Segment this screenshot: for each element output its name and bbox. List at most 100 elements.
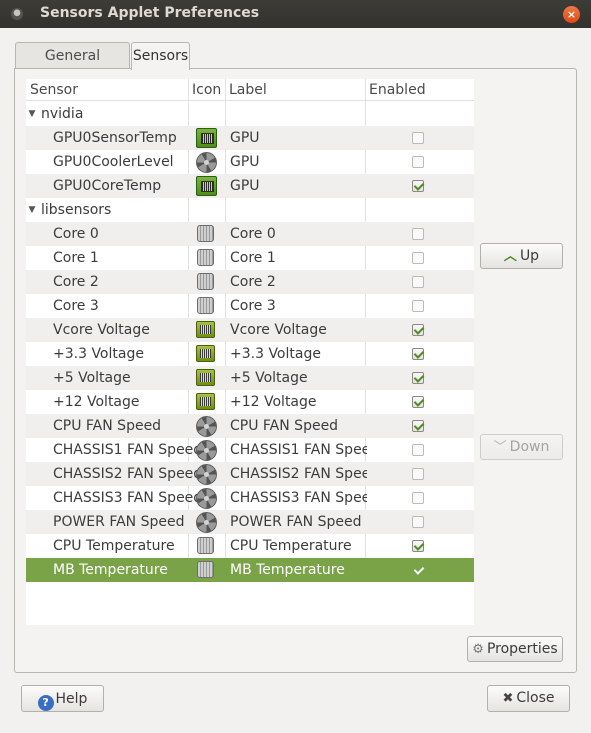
enabled-cell[interactable] [412, 390, 426, 414]
enabled-cell[interactable] [412, 342, 426, 366]
enabled-checkbox[interactable] [412, 468, 424, 480]
sensor-row[interactable]: CHASSIS1 FAN Speed CHASSIS1 FAN Speed [26, 438, 474, 462]
sensor-icon-cell[interactable] [192, 150, 226, 174]
enabled-cell[interactable] [412, 246, 426, 270]
sensor-label[interactable]: POWER FAN Speed [230, 510, 367, 534]
sensor-icon-cell[interactable] [192, 438, 226, 462]
sensor-row[interactable]: GPU0CoolerLevel GPU [26, 150, 474, 174]
move-up-button[interactable]: ︿ Up [480, 243, 563, 269]
enabled-checkbox[interactable] [412, 444, 424, 456]
enabled-checkbox[interactable] [412, 228, 424, 240]
enabled-cell[interactable] [412, 438, 426, 462]
sensor-label[interactable]: GPU [230, 174, 367, 198]
sensor-label[interactable]: CHASSIS2 FAN Speed [230, 462, 367, 486]
sensor-icon-cell[interactable] [192, 366, 226, 390]
enabled-checkbox[interactable] [412, 564, 424, 576]
expander-open-icon[interactable]: ▼ [26, 102, 38, 126]
enabled-checkbox[interactable] [412, 372, 424, 384]
close-button[interactable]: ✖ Close [487, 685, 570, 712]
sensor-label[interactable]: Core 0 [230, 222, 367, 246]
sensor-label[interactable]: CHASSIS1 FAN Speed [230, 438, 367, 462]
enabled-checkbox[interactable] [412, 300, 424, 312]
sensor-row[interactable]: Core 2 Core 2 [26, 270, 474, 294]
sensor-label[interactable]: Core 3 [230, 294, 367, 318]
enabled-checkbox[interactable] [412, 492, 424, 504]
column-header-label[interactable]: Label [225, 79, 267, 101]
window-menu-icon[interactable] [11, 8, 23, 20]
tab-general-options[interactable]: General Options [15, 42, 130, 90]
enabled-checkbox[interactable] [412, 420, 424, 432]
tree-group-row[interactable]: ▼ nvidia [26, 102, 474, 126]
help-button[interactable]: ? Help [21, 685, 104, 712]
enabled-cell[interactable] [412, 174, 426, 198]
sensor-row[interactable]: +3.3 Voltage +3.3 Voltage [26, 342, 474, 366]
sensor-label[interactable]: Vcore Voltage [230, 318, 367, 342]
sensor-tree-view[interactable]: Sensor Icon Label Enabled ▼ nvidia GPU0Sen… [26, 79, 474, 625]
sensor-row[interactable]: Core 1 Core 1 [26, 246, 474, 270]
sensor-row[interactable]: Core 0 Core 0 [26, 222, 474, 246]
enabled-checkbox[interactable] [412, 180, 424, 192]
enabled-cell[interactable] [412, 462, 426, 486]
enabled-checkbox[interactable] [412, 324, 424, 336]
enabled-checkbox[interactable] [412, 396, 424, 408]
sensor-icon-cell[interactable] [192, 462, 226, 486]
sensor-icon-cell[interactable] [192, 534, 226, 558]
enabled-checkbox[interactable] [412, 156, 424, 168]
enabled-cell[interactable] [412, 414, 426, 438]
enabled-cell[interactable] [412, 270, 426, 294]
sensor-icon-cell[interactable] [192, 222, 226, 246]
sensor-label[interactable]: CPU FAN Speed [230, 414, 367, 438]
enabled-cell[interactable] [412, 510, 426, 534]
sensor-row[interactable]: Core 3 Core 3 [26, 294, 474, 318]
enabled-checkbox[interactable] [412, 132, 424, 144]
sensor-row[interactable]: POWER FAN Speed POWER FAN Speed [26, 510, 474, 534]
enabled-cell[interactable] [412, 222, 426, 246]
sensor-label[interactable]: +12 Voltage [230, 390, 367, 414]
enabled-checkbox[interactable] [412, 516, 424, 528]
sensor-label[interactable]: CHASSIS3 FAN Speed [230, 486, 367, 510]
properties-button[interactable]: ⚙ Properties [467, 636, 563, 662]
column-header-sensor[interactable]: Sensor [26, 79, 78, 101]
move-down-button[interactable]: ﹀ Down [480, 434, 563, 460]
sensor-icon-cell[interactable] [192, 486, 226, 510]
sensor-icon-cell[interactable] [192, 558, 226, 582]
sensor-label[interactable]: GPU [230, 150, 367, 174]
sensor-row[interactable]: MB Temperature MB Temperature [26, 558, 474, 582]
sensor-label[interactable]: GPU [230, 126, 367, 150]
sensor-icon-cell[interactable] [192, 414, 226, 438]
enabled-cell[interactable] [412, 126, 426, 150]
sensor-label[interactable]: Core 1 [230, 246, 367, 270]
enabled-checkbox[interactable] [412, 348, 424, 360]
enabled-cell[interactable] [412, 318, 426, 342]
enabled-cell[interactable] [412, 534, 426, 558]
sensor-row[interactable]: +12 Voltage +12 Voltage [26, 390, 474, 414]
enabled-checkbox[interactable] [412, 276, 424, 288]
enabled-cell[interactable] [412, 294, 426, 318]
enabled-checkbox[interactable] [412, 252, 424, 264]
sensor-label[interactable]: Core 2 [230, 270, 367, 294]
tree-group-row[interactable]: ▼ libsensors [26, 198, 474, 222]
sensor-label[interactable]: +5 Voltage [230, 366, 367, 390]
sensor-icon-cell[interactable] [192, 510, 226, 534]
sensor-icon-cell[interactable] [192, 246, 226, 270]
column-header-icon[interactable]: Icon [188, 79, 221, 101]
sensor-row[interactable]: CPU FAN Speed CPU FAN Speed [26, 414, 474, 438]
sensor-row[interactable]: CHASSIS2 FAN Speed CHASSIS2 FAN Speed [26, 462, 474, 486]
sensor-icon-cell[interactable] [192, 342, 226, 366]
sensor-row[interactable]: GPU0SensorTemp GPU [26, 126, 474, 150]
sensor-row[interactable]: CHASSIS3 FAN Speed CHASSIS3 FAN Speed [26, 486, 474, 510]
enabled-cell[interactable] [412, 150, 426, 174]
column-header-enabled[interactable]: Enabled [365, 79, 426, 101]
sensor-icon-cell[interactable] [192, 318, 226, 342]
sensor-row[interactable]: GPU0CoreTemp GPU [26, 174, 474, 198]
sensor-row[interactable]: +5 Voltage +5 Voltage [26, 366, 474, 390]
sensor-icon-cell[interactable] [192, 126, 226, 150]
sensor-row[interactable]: Vcore Voltage Vcore Voltage [26, 318, 474, 342]
sensor-icon-cell[interactable] [192, 174, 226, 198]
enabled-cell[interactable] [412, 366, 426, 390]
enabled-cell[interactable] [412, 486, 426, 510]
sensor-row[interactable]: CPU Temperature CPU Temperature [26, 534, 474, 558]
window-close-button[interactable]: × [563, 6, 580, 23]
sensor-label[interactable]: CPU Temperature [230, 534, 367, 558]
sensor-icon-cell[interactable] [192, 390, 226, 414]
